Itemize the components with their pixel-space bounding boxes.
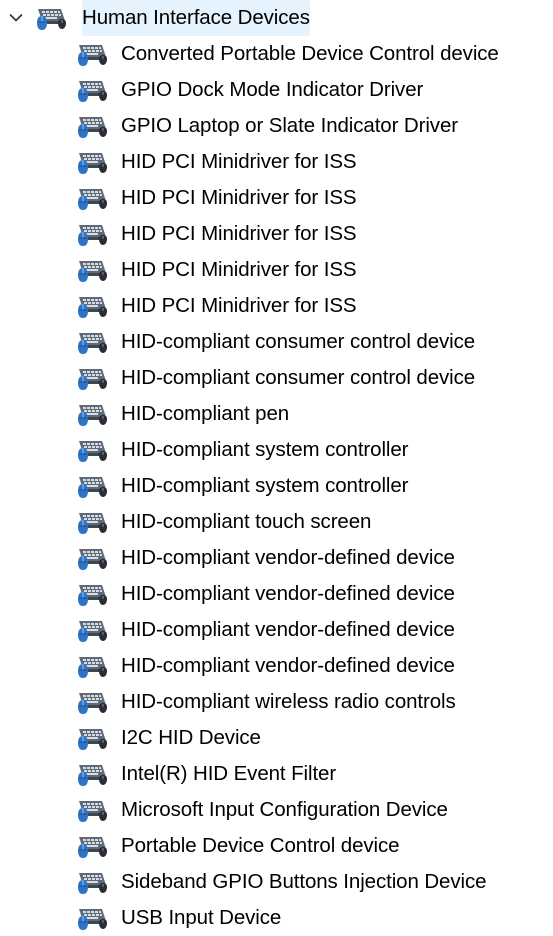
device-row[interactable]: HID-compliant wireless radio controls [0,684,553,720]
device-row[interactable]: GPIO Dock Mode Indicator Driver [0,72,553,108]
device-label: I2C HID Device [121,726,261,749]
hid-device-icon [77,221,111,247]
hid-device-icon [77,761,111,787]
hid-device-icon [77,185,111,211]
device-label: HID-compliant consumer control device [121,366,476,389]
device-label: HID-compliant wireless radio controls [121,690,456,713]
hid-device-icon [77,689,111,715]
device-row[interactable]: Converted Portable Device Control device [0,36,553,72]
hid-device-icon [77,329,111,355]
hid-device-icon [77,617,111,643]
device-row[interactable]: HID-compliant vendor-defined device [0,612,553,648]
hid-device-icon [77,905,111,931]
category-label: Human Interface Devices [82,0,310,36]
hid-device-icon [77,401,111,427]
device-row[interactable]: HID-compliant vendor-defined device [0,576,553,612]
device-row[interactable]: GPIO Laptop or Slate Indicator Driver [0,108,553,144]
device-label: HID-compliant pen [121,402,290,425]
device-row[interactable]: HID-compliant vendor-defined device [0,540,553,576]
hid-device-icon [77,473,111,499]
device-label: HID-compliant vendor-defined device [121,618,455,641]
device-list: Converted Portable Device Control device… [0,36,553,936]
device-label: HID PCI Minidriver for ISS [121,258,357,281]
device-label: HID-compliant touch screen [121,510,372,533]
device-row[interactable]: Microsoft Input Configuration Device [0,792,553,828]
hid-device-icon [77,725,111,751]
device-row[interactable]: HID PCI Minidriver for ISS [0,144,553,180]
device-row[interactable]: I2C HID Device [0,720,553,756]
device-label: HID-compliant system controller [121,474,409,497]
device-label: HID PCI Minidriver for ISS [121,294,357,317]
device-row[interactable]: HID-compliant system controller [0,432,553,468]
hid-device-icon [77,41,111,67]
hid-device-icon [77,77,111,103]
device-label: GPIO Laptop or Slate Indicator Driver [121,114,458,137]
device-label: HID-compliant consumer control device [121,330,476,353]
device-row[interactable]: Sideband GPIO Buttons Injection Device [0,864,553,900]
hid-device-icon [36,5,70,31]
device-label: Microsoft Input Configuration Device [121,798,448,821]
hid-device-icon [77,293,111,319]
device-row[interactable]: USB Input Device [0,900,553,936]
hid-device-icon [77,581,111,607]
device-row[interactable]: HID PCI Minidriver for ISS [0,216,553,252]
device-label: HID PCI Minidriver for ISS [121,222,357,245]
device-label: GPIO Dock Mode Indicator Driver [121,78,424,101]
hid-device-icon [77,653,111,679]
hid-device-icon [77,113,111,139]
category-human-interface-devices[interactable]: Human Interface Devices [0,0,553,36]
device-row[interactable]: HID-compliant system controller [0,468,553,504]
device-label: HID-compliant vendor-defined device [121,546,455,569]
device-label: Converted Portable Device Control device [121,42,499,65]
hid-device-icon [77,869,111,895]
device-row[interactable]: Portable Device Control device [0,828,553,864]
hid-device-icon [77,257,111,283]
hid-device-icon [77,437,111,463]
device-label: HID-compliant vendor-defined device [121,654,455,677]
device-row[interactable]: HID-compliant consumer control device [0,360,553,396]
device-row[interactable]: HID-compliant pen [0,396,553,432]
device-label: USB Input Device [121,906,282,929]
device-row[interactable]: HID-compliant touch screen [0,504,553,540]
device-tree: Human Interface Devices Converted Portab… [0,0,553,936]
device-row[interactable]: Intel(R) HID Event Filter [0,756,553,792]
hid-device-icon [77,797,111,823]
device-row[interactable]: HID PCI Minidriver for ISS [0,180,553,216]
device-row[interactable]: HID PCI Minidriver for ISS [0,288,553,324]
device-label: HID PCI Minidriver for ISS [121,186,357,209]
device-row[interactable]: HID PCI Minidriver for ISS [0,252,553,288]
device-label: HID-compliant system controller [121,438,409,461]
hid-device-icon [77,833,111,859]
hid-device-icon [77,509,111,535]
device-label: Portable Device Control device [121,834,400,857]
device-row[interactable]: HID-compliant vendor-defined device [0,648,553,684]
device-label: Intel(R) HID Event Filter [121,762,337,785]
device-row[interactable]: HID-compliant consumer control device [0,324,553,360]
hid-device-icon [77,149,111,175]
device-label: HID-compliant vendor-defined device [121,582,455,605]
chevron-down-icon[interactable] [6,8,26,28]
device-label: Sideband GPIO Buttons Injection Device [121,870,487,893]
hid-device-icon [77,545,111,571]
hid-device-icon [77,365,111,391]
device-label: HID PCI Minidriver for ISS [121,150,357,173]
